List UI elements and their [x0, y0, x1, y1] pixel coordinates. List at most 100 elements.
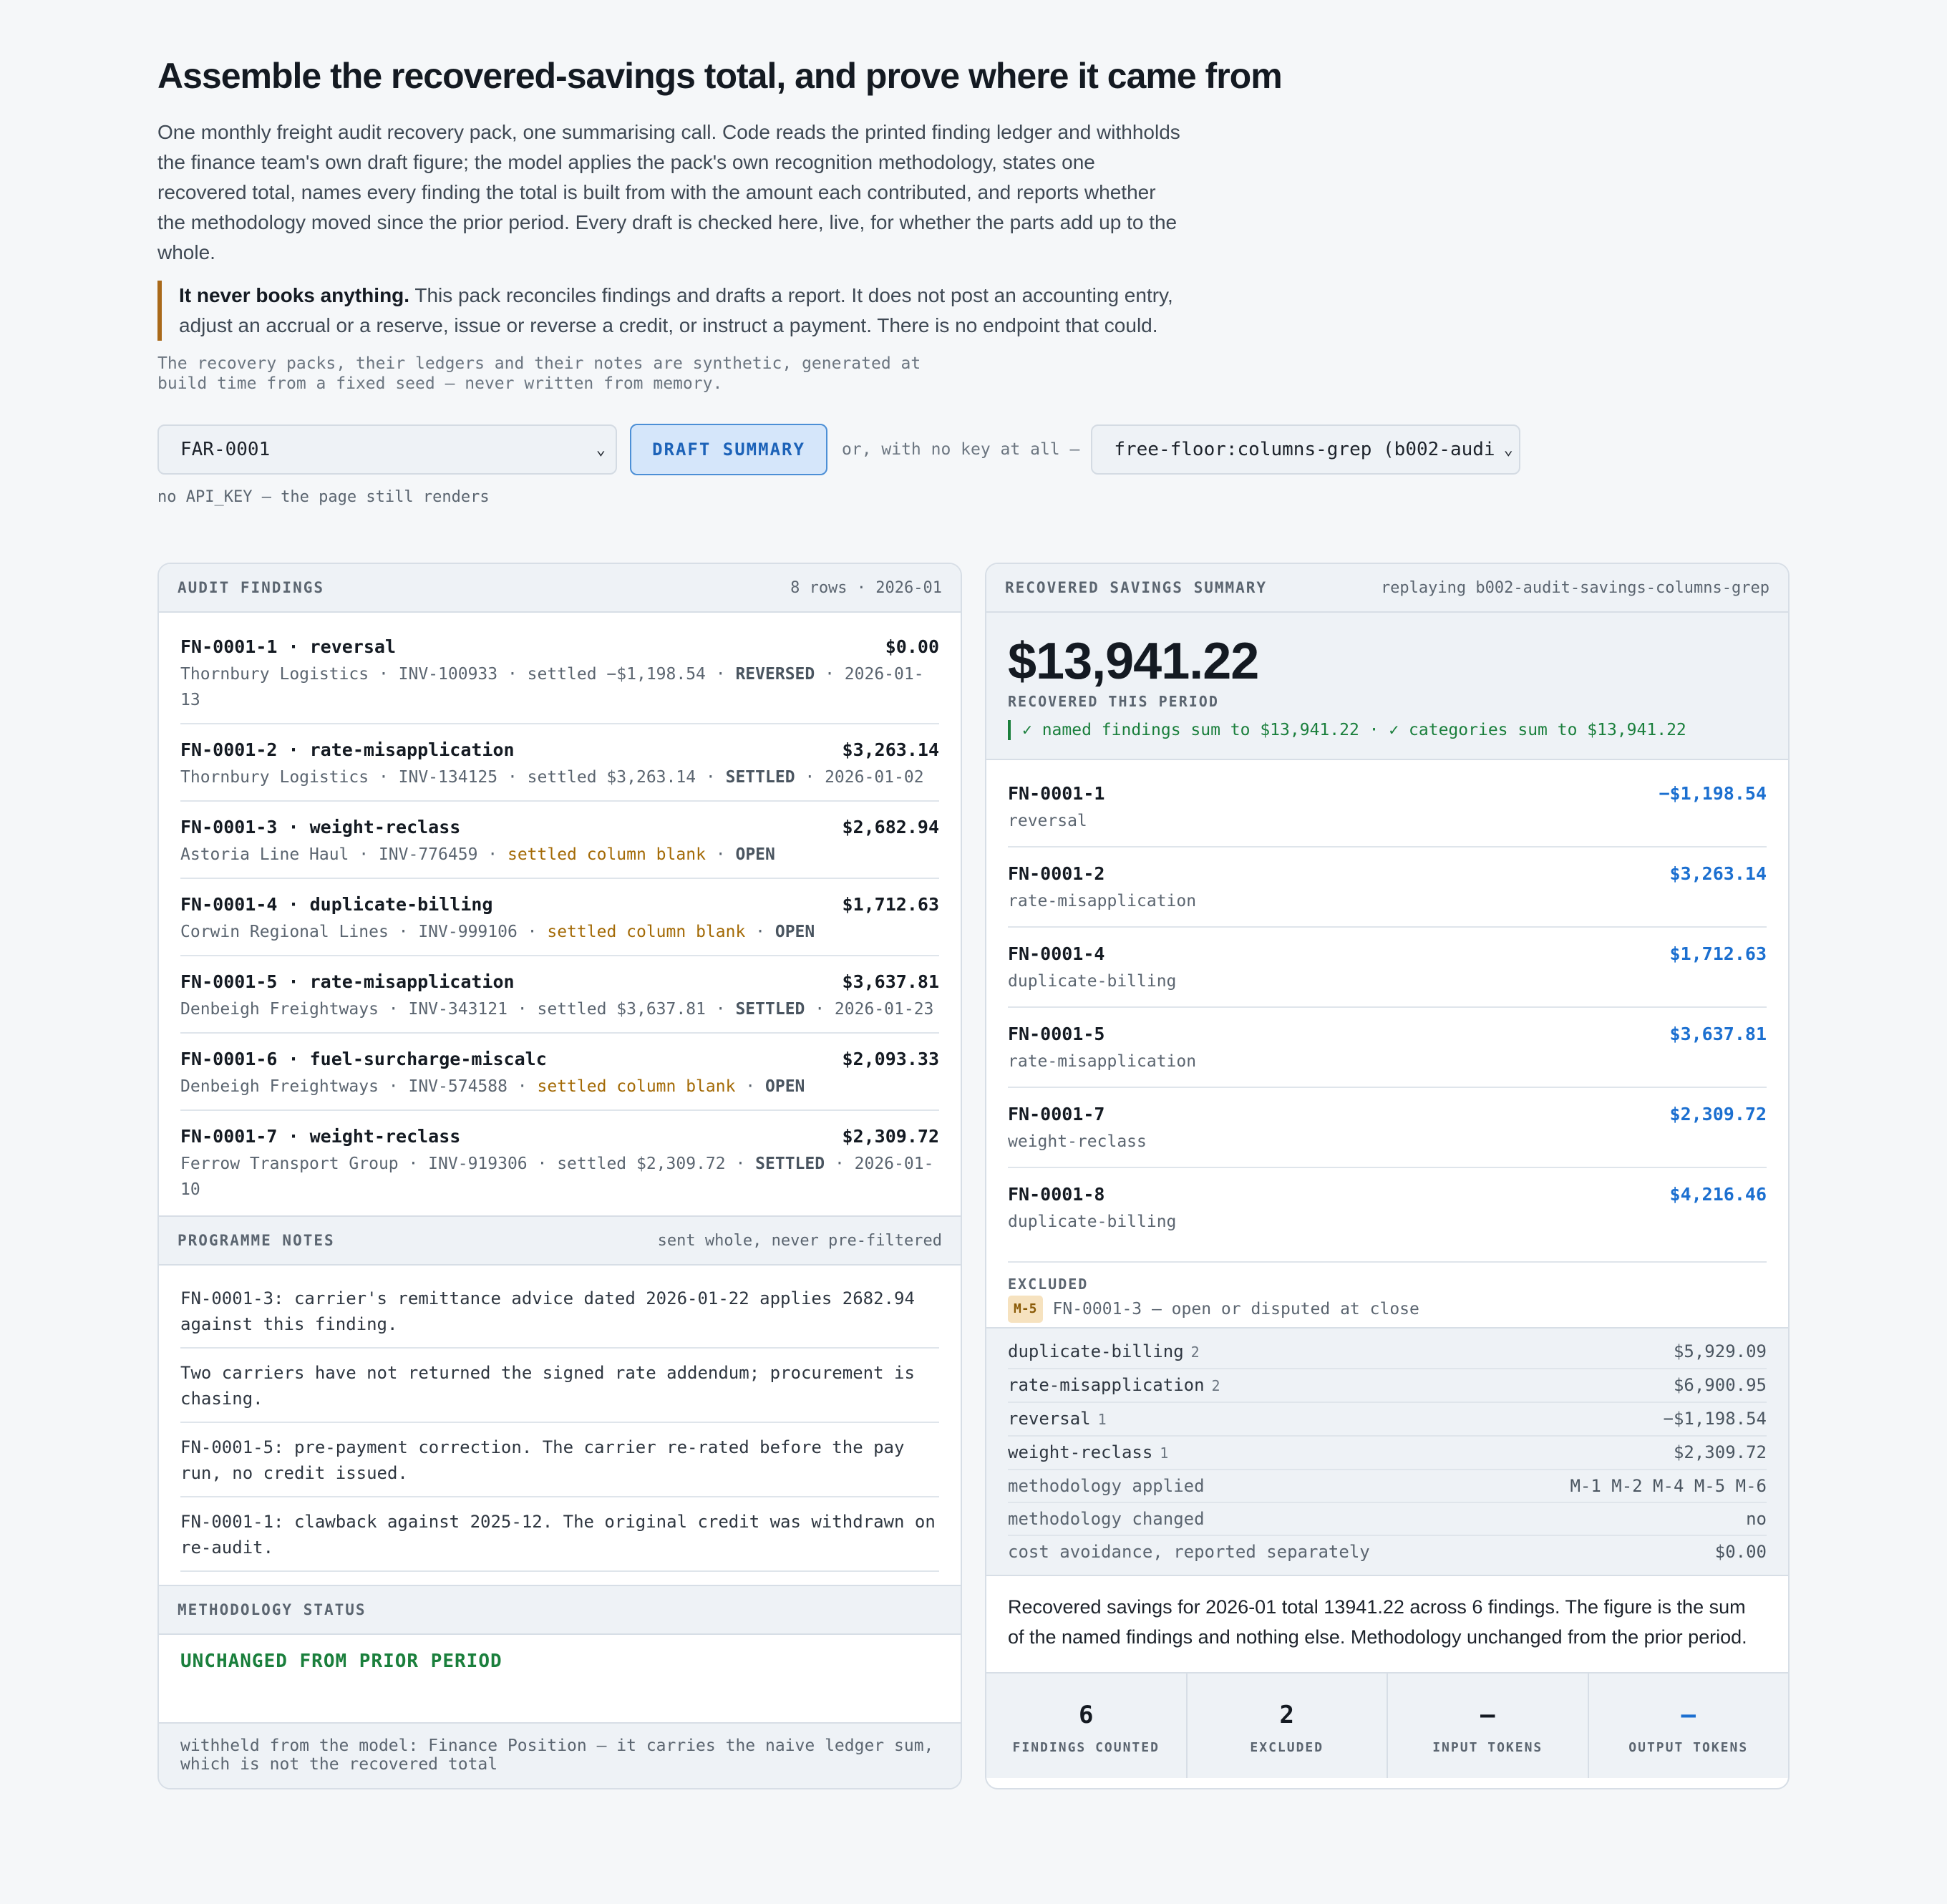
- named-finding-id: FN-0001-7: [1008, 1104, 1105, 1125]
- page: Assemble the recovered-savings total, an…: [157, 50, 1790, 506]
- finding-meta: Corwin Regional Lines · INV-999106 · set…: [180, 919, 939, 945]
- named-finding-id: FN-0001-8: [1008, 1184, 1105, 1205]
- never-books-callout: It never books anything. This pack recon…: [157, 281, 1210, 341]
- finding-row-top: FN-0001-2 · rate-misapplication $3,263.14: [180, 736, 939, 764]
- stat-cell: 2 EXCLUDED: [1188, 1674, 1388, 1778]
- named-finding-row: FN-0001-4 $1,712.63 duplicate-billing: [1008, 928, 1767, 1008]
- draft-summary-button[interactable]: DRAFT SUMMARY: [630, 424, 827, 475]
- finding-sep: ·: [705, 845, 736, 864]
- summary-meta: replaying b002-audit-savings-columns-gre…: [1380, 578, 1769, 597]
- finding-status: OPEN: [735, 845, 775, 864]
- summary-prose: Recovered savings for 2026-01 total 1394…: [986, 1576, 1788, 1674]
- finding-row-top: FN-0001-1 · reversal $0.00: [180, 633, 939, 661]
- category-value: $6,900.95: [1673, 1375, 1767, 1395]
- stat-value: 6: [1079, 1700, 1094, 1729]
- finding-sep: ·: [705, 665, 736, 684]
- finding-status: SETTLED: [735, 1000, 805, 1019]
- finding-row: FN-0001-5 · rate-misapplication $3,637.81…: [180, 956, 939, 1034]
- stat-value: 2: [1279, 1700, 1294, 1729]
- sum-checks: ✓ named findings sum to $13,941.22 · ✓ c…: [1008, 720, 1767, 740]
- named-findings-list: FN-0001-1 −$1,198.54 reversal FN-0001-2 $3,2…: [986, 760, 1788, 1263]
- finding-amount: $2,682.94: [842, 817, 939, 837]
- finding-amount: $0.00: [885, 636, 939, 657]
- stat-cell: — INPUT TOKENS: [1388, 1674, 1589, 1778]
- finding-meta: Ferrow Transport Group · INV-919306 · se…: [180, 1151, 939, 1203]
- finding-row-top: FN-0001-7 · weight-reclass $2,309.72: [180, 1122, 939, 1151]
- page-title: Assemble the recovered-savings total, an…: [157, 56, 1283, 96]
- named-finding-amount: −$1,198.54: [1659, 783, 1767, 804]
- named-finding-category: reversal: [1008, 812, 1087, 830]
- replay-select-value: free-floor:columns-grep (b002-audi: [1114, 439, 1495, 460]
- finding-id: FN-0001-7 · weight-reclass: [180, 1126, 461, 1147]
- named-finding-top: FN-0001-4 $1,712.63: [1008, 941, 1767, 968]
- named-finding-row: FN-0001-2 $3,263.14 rate-misapplication: [1008, 847, 1767, 928]
- finding-sep: ·: [745, 923, 775, 941]
- finding-settled: settled $2,309.72: [557, 1155, 726, 1173]
- finding-carrier: Corwin Regional Lines · INV-999106 ·: [180, 923, 548, 941]
- stat-cell: — OUTPUT TOKENS: [1589, 1674, 1789, 1778]
- named-finding-amount: $2,309.72: [1669, 1104, 1767, 1125]
- finding-sep: ·: [725, 1155, 756, 1173]
- recovered-savings-panel: RECOVERED SAVINGS SUMMARY replaying b002…: [985, 563, 1790, 1789]
- notes-meta: sent whole, never pre-filtered: [657, 1231, 942, 1250]
- excluded-label: EXCLUDED: [1008, 1276, 1089, 1293]
- fact-name: methodology changed: [1008, 1509, 1205, 1529]
- finding-carrier: Ferrow Transport Group · INV-919306 ·: [180, 1155, 558, 1173]
- named-finding-top: FN-0001-2 $3,263.14: [1008, 860, 1767, 888]
- stat-label: INPUT TOKENS: [1432, 1739, 1543, 1755]
- named-finding-category: weight-reclass: [1008, 1132, 1147, 1151]
- named-finding-amount: $1,712.63: [1669, 943, 1767, 964]
- finding-amount: $2,309.72: [842, 1126, 939, 1147]
- category-value: $5,929.09: [1673, 1341, 1767, 1361]
- named-finding-amount: $3,263.14: [1669, 863, 1767, 884]
- named-finding-category: rate-misapplication: [1008, 892, 1197, 910]
- category-row: rate-misapplication 2 $6,900.95: [1008, 1369, 1767, 1403]
- finding-carrier: Thornbury Logistics · INV-134125 ·: [180, 768, 528, 787]
- programme-note: FN-0001-5: pre-payment correction. The c…: [180, 1423, 939, 1497]
- named-finding-amount: $4,216.46: [1669, 1184, 1767, 1205]
- finding-amount: $3,637.81: [842, 971, 939, 992]
- finding-row: FN-0001-4 · duplicate-billing $1,712.63 Co…: [180, 879, 939, 956]
- pack-select[interactable]: FAR-0001 ⌄: [157, 424, 617, 475]
- finding-settled: settled $3,637.81: [537, 1000, 706, 1019]
- finding-status: SETTLED: [725, 768, 795, 787]
- fact-name: methodology applied: [1008, 1476, 1205, 1496]
- category-row: reversal 1 −$1,198.54: [1008, 1403, 1767, 1437]
- excluded-text: FN-0001-3 — open or disputed at close: [1052, 1300, 1419, 1318]
- withheld-note: withheld from the model: Finance Positio…: [159, 1722, 961, 1788]
- named-finding-row: FN-0001-7 $2,309.72 weight-reclass: [1008, 1088, 1767, 1168]
- finding-date: · 2026-01-02: [795, 768, 924, 787]
- stat-label: EXCLUDED: [1250, 1739, 1324, 1755]
- methodology-tag: M-5: [1008, 1296, 1043, 1323]
- category-row: duplicate-billing 2 $5,929.09: [1008, 1336, 1767, 1369]
- finding-carrier: Denbeigh Freightways · INV-343121 ·: [180, 1000, 538, 1019]
- finding-sep: ·: [735, 1077, 765, 1096]
- finding-amount: $2,093.33: [842, 1049, 939, 1069]
- finding-settled: settled $3,263.14: [527, 768, 696, 787]
- replay-select[interactable]: free-floor:columns-grep (b002-audi ⌄: [1091, 424, 1521, 475]
- fact-value: $0.00: [1714, 1542, 1767, 1562]
- finding-id: FN-0001-6 · fuel-surcharge-miscalc: [180, 1049, 547, 1069]
- intro-paragraph: One monthly freight audit recovery pack,…: [157, 121, 1180, 263]
- recovered-total-label: RECOVERED THIS PERIOD: [1008, 693, 1219, 710]
- finding-id: FN-0001-5 · rate-misapplication: [180, 971, 515, 992]
- named-finding-category: rate-misapplication: [1008, 1052, 1197, 1071]
- finding-status: REVERSED: [735, 665, 815, 684]
- finding-status: OPEN: [775, 923, 815, 941]
- named-finding-row: FN-0001-1 −$1,198.54 reversal: [1008, 767, 1767, 847]
- notes-list: FN-0001-3: carrier's remittance advice d…: [159, 1266, 961, 1585]
- fact-name: cost avoidance, reported separately: [1008, 1542, 1370, 1562]
- pack-select-value: FAR-0001: [180, 439, 271, 460]
- category-count: 2: [1190, 1344, 1200, 1361]
- stat-label: FINDINGS COUNTED: [1012, 1739, 1160, 1755]
- seed-note: The recovery packs, their ledgers and th…: [157, 354, 921, 393]
- category-name: rate-misapplication: [1008, 1375, 1205, 1395]
- findings-title: AUDIT FINDINGS: [178, 579, 325, 596]
- category-row: weight-reclass 1 $2,309.72: [1008, 1437, 1767, 1470]
- audit-findings-panel: AUDIT FINDINGS 8 rows · 2026-01 FN-0001-…: [157, 563, 962, 1789]
- stat-value: —: [1681, 1700, 1696, 1729]
- finding-id: FN-0001-1 · reversal: [180, 636, 397, 657]
- programme-note: Two carriers have not returned the signe…: [180, 1349, 939, 1423]
- programme-note: FN-0001-1: clawback against 2025-12. The…: [180, 1497, 939, 1572]
- finding-row: FN-0001-2 · rate-misapplication $3,263.14…: [180, 724, 939, 802]
